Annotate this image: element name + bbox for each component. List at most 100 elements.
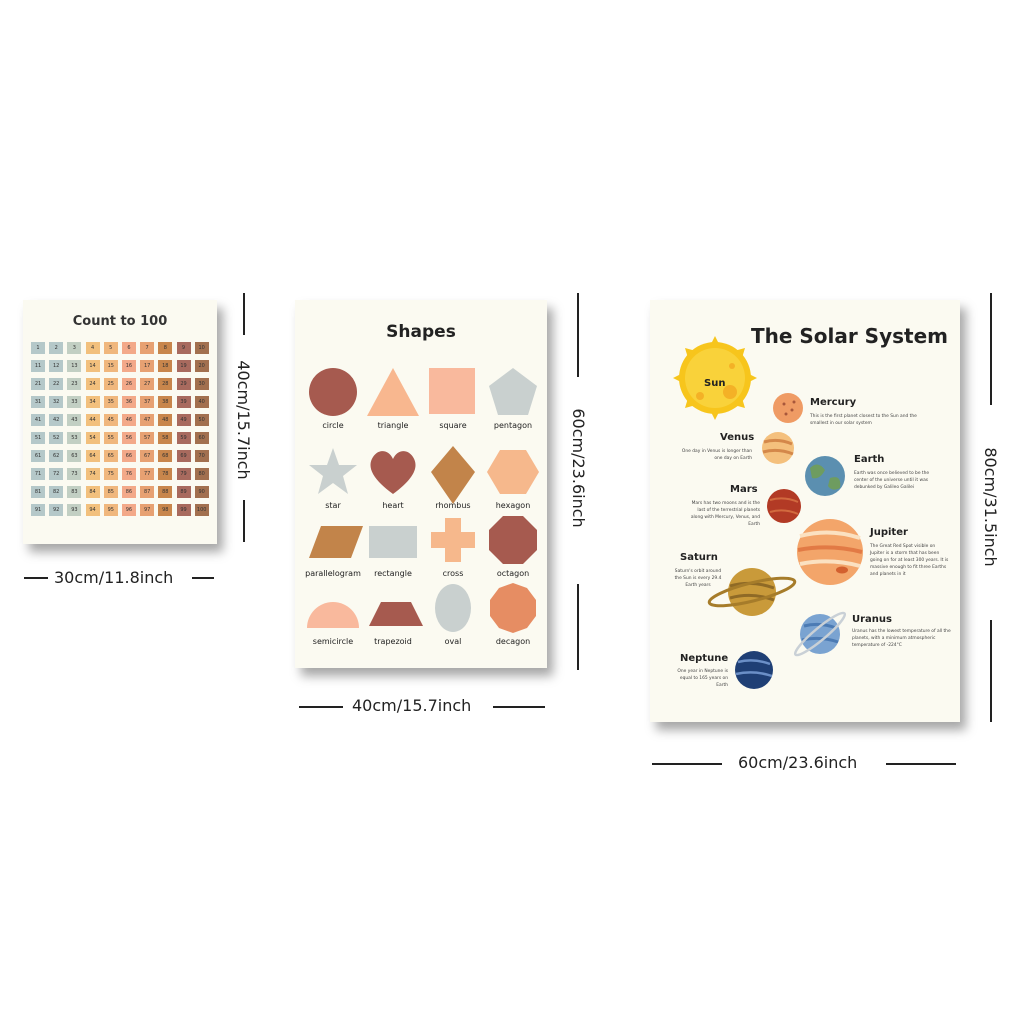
number-cell: 80 <box>194 468 209 480</box>
number-cell: 4 <box>85 342 100 354</box>
number-cell: 50 <box>194 414 209 426</box>
shape-label: octagon <box>496 569 530 578</box>
dimension-line <box>577 293 579 377</box>
dimension-line <box>577 584 579 670</box>
jupiter-name: Jupiter <box>870 527 908 538</box>
number-cell: 1 <box>31 342 45 354</box>
number-cell: 75 <box>103 468 118 480</box>
number-cell: 77 <box>140 468 155 480</box>
rhombus-icon <box>431 446 475 504</box>
number-cell: 28 <box>158 378 173 390</box>
shape-octagon: octagon <box>483 514 543 584</box>
shape-hexagon: hexagon <box>483 446 543 516</box>
number-cell: 54 <box>85 432 100 444</box>
number-cell: 36 <box>121 396 136 408</box>
number-cell: 37 <box>140 396 155 408</box>
number-cell: 59 <box>176 432 191 444</box>
shape-pentagon: pentagon <box>483 366 543 436</box>
dimension-line <box>886 763 956 765</box>
saturn-name: Saturn <box>680 552 718 563</box>
number-cell: 89 <box>176 486 191 498</box>
number-cell: 72 <box>49 468 64 480</box>
number-cell: 60 <box>194 432 209 444</box>
count-height-label: 40cm/15.7inch <box>234 360 253 480</box>
venus-desc: One day in Venus is longer than one day … <box>681 449 752 461</box>
number-cell: 48 <box>158 414 173 426</box>
circle-icon <box>309 368 357 416</box>
saturn-desc: Saturn's orbit around the Sun is every 2… <box>674 569 722 588</box>
dimension-line <box>299 706 343 708</box>
number-cell: 99 <box>176 504 191 516</box>
number-cell: 30 <box>194 378 209 390</box>
sun-label: Sun <box>704 378 726 389</box>
number-cell: 98 <box>158 504 173 516</box>
number-cell: 21 <box>31 378 45 390</box>
number-cell: 23 <box>67 378 82 390</box>
number-cell: 13 <box>67 360 82 372</box>
number-cell: 32 <box>49 396 64 408</box>
oval-icon <box>435 584 471 632</box>
number-cell: 86 <box>121 486 136 498</box>
rectangle-icon <box>369 526 417 558</box>
number-cell: 94 <box>85 504 100 516</box>
number-cell: 73 <box>67 468 82 480</box>
number-cell: 58 <box>158 432 173 444</box>
number-cell: 44 <box>85 414 100 426</box>
mercury-icon <box>773 393 803 423</box>
number-cell: 79 <box>176 468 191 480</box>
number-cell: 24 <box>85 378 100 390</box>
uranus-name: Uranus <box>852 614 892 625</box>
uranus-icon <box>793 611 847 657</box>
mars-name: Mars <box>730 484 758 495</box>
number-cell: 74 <box>85 468 100 480</box>
neptune-name: Neptune <box>680 653 729 664</box>
number-cell: 35 <box>103 396 118 408</box>
square-icon <box>429 368 475 414</box>
dimension-line <box>652 763 722 765</box>
pentagon-icon <box>489 368 537 415</box>
shapes-height-label: 60cm/23.6inch <box>569 408 588 528</box>
number-cell: 51 <box>31 432 45 444</box>
number-cell: 78 <box>158 468 173 480</box>
number-cell: 63 <box>67 450 82 462</box>
number-cell: 43 <box>67 414 82 426</box>
mars-icon <box>767 489 801 523</box>
number-cell: 90 <box>194 486 209 498</box>
number-cell: 17 <box>140 360 155 372</box>
earth-icon <box>805 456 845 496</box>
number-cell: 67 <box>140 450 155 462</box>
solar-width-label: 60cm/23.6inch <box>738 753 858 772</box>
number-cell: 70 <box>194 450 209 462</box>
number-cell: 11 <box>31 360 45 372</box>
number-cell: 31 <box>31 396 45 408</box>
number-cell: 65 <box>103 450 118 462</box>
shape-decagon: decagon <box>483 582 543 652</box>
number-cell: 45 <box>103 414 118 426</box>
shapes-poster: Shapes circle triangle square pentagon star h… <box>295 300 547 668</box>
decagon-icon <box>490 583 536 633</box>
octagon-icon <box>489 516 537 564</box>
dimension-line <box>990 293 992 405</box>
number-cell: 7 <box>140 342 155 354</box>
number-cell: 96 <box>121 504 136 516</box>
number-cell: 20 <box>194 360 209 372</box>
parallelogram-icon <box>309 526 363 558</box>
number-cell: 19 <box>176 360 191 372</box>
number-cell: 41 <box>31 414 45 426</box>
number-cell: 69 <box>176 450 191 462</box>
shape-label: pentagon <box>493 421 533 430</box>
number-cell: 68 <box>158 450 173 462</box>
number-cell: 29 <box>176 378 191 390</box>
number-cell: 10 <box>194 342 209 354</box>
number-cell: 57 <box>140 432 155 444</box>
number-cell: 25 <box>103 378 118 390</box>
number-cell: 84 <box>85 486 100 498</box>
heart-icon <box>370 451 416 494</box>
number-cell: 88 <box>158 486 173 498</box>
number-cell: 16 <box>121 360 136 372</box>
star-icon <box>309 448 357 494</box>
number-cell: 87 <box>140 486 155 498</box>
triangle-icon <box>367 368 419 416</box>
number-cell: 18 <box>158 360 173 372</box>
number-cell: 42 <box>49 414 64 426</box>
